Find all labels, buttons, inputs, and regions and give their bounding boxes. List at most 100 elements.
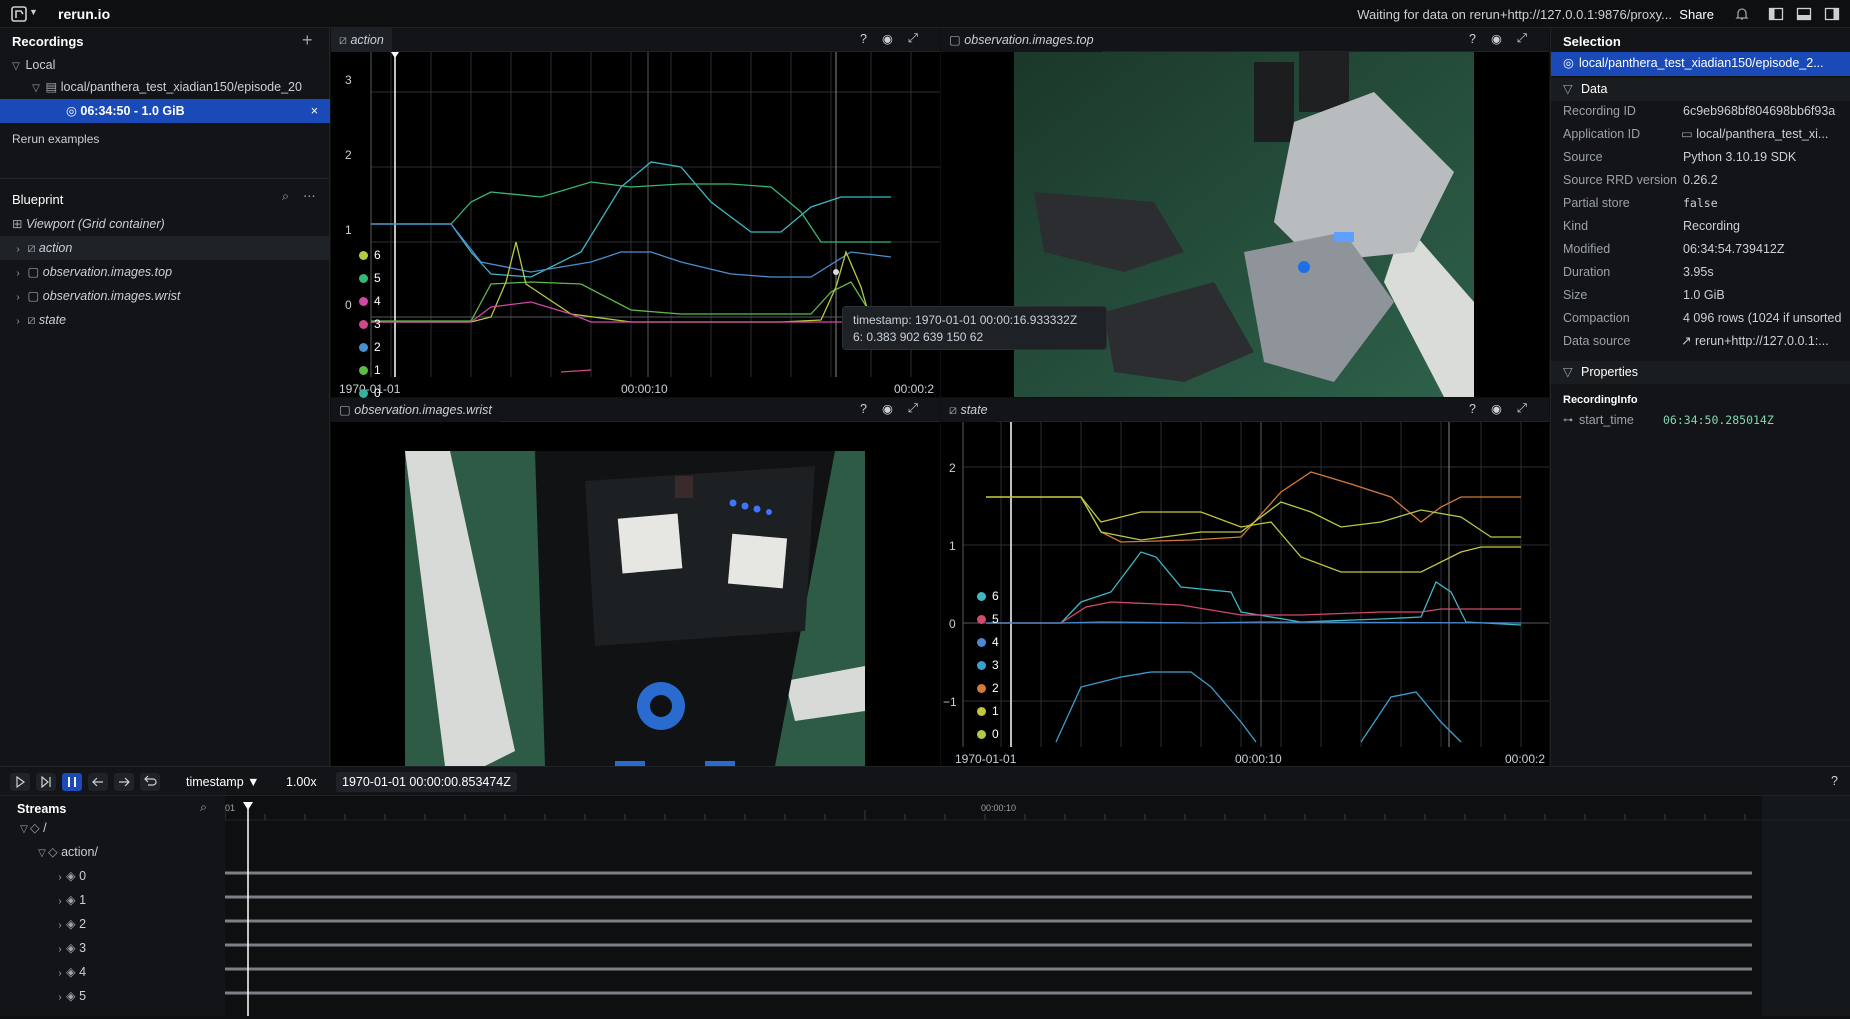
step-forward-button[interactable] bbox=[36, 773, 56, 791]
help-icon[interactable]: ? bbox=[1831, 774, 1838, 788]
timeline-panel[interactable]: 01 00:00:10 bbox=[224, 796, 1850, 1016]
component-icon: ⊶ bbox=[1563, 415, 1573, 426]
field-value[interactable]: ▭ local/panthera_test_xi... bbox=[1681, 123, 1828, 146]
legend-item[interactable]: 2 bbox=[359, 336, 381, 359]
state-view[interactable]: ⧄ state ? ◉ ⤢ 2 1 0 −1 1970-01-01 00:00:… bbox=[941, 398, 1549, 766]
maximize-icon[interactable]: ⤢ bbox=[908, 31, 918, 46]
timeline-tracks[interactable] bbox=[224, 796, 1850, 1016]
legend-item[interactable]: 5 bbox=[359, 267, 381, 290]
properties-section-header[interactable]: ▽ Properties bbox=[1551, 361, 1850, 384]
legend-label: 6 bbox=[992, 589, 999, 603]
rerun-logo-icon[interactable] bbox=[10, 5, 28, 23]
bottom-panel-toggle-icon[interactable] bbox=[1796, 6, 1812, 22]
chevron-down-icon[interactable]: ▽ bbox=[1563, 361, 1573, 384]
chevron-right-icon[interactable]: › bbox=[54, 938, 66, 962]
legend-item[interactable]: 4 bbox=[359, 290, 381, 313]
help-icon[interactable]: ? bbox=[860, 402, 867, 416]
prev-button[interactable] bbox=[88, 773, 108, 791]
chevron-right-icon[interactable]: › bbox=[54, 866, 66, 890]
stream-root[interactable]: ▽ ◇ / bbox=[0, 816, 225, 840]
search-icon[interactable]: ⌕ bbox=[282, 189, 289, 204]
tree-item-state[interactable]: › ⧄ state bbox=[0, 308, 330, 332]
legend-item[interactable]: 2 bbox=[977, 677, 999, 700]
tree-item-viewport[interactable]: ⊞ Viewport (Grid container) bbox=[0, 212, 330, 236]
pause-button[interactable] bbox=[62, 773, 82, 791]
legend-item[interactable]: 6 bbox=[359, 244, 381, 267]
legend-item[interactable]: 1 bbox=[977, 700, 999, 723]
chevron-right-icon[interactable]: › bbox=[12, 238, 24, 262]
stream-item[interactable]: › ◈ 2 bbox=[0, 912, 225, 936]
current-time-input[interactable]: 1970-01-01 00:00:00.853474Z bbox=[336, 772, 517, 792]
tree-item-local[interactable]: ▽ Local bbox=[0, 53, 330, 77]
state-plot[interactable] bbox=[941, 422, 1549, 766]
view-tab[interactable]: ▢ observation.images.wrist bbox=[331, 398, 500, 422]
more-icon[interactable]: ⋯ bbox=[303, 188, 316, 203]
legend-item[interactable]: 3 bbox=[359, 313, 381, 336]
maximize-icon[interactable]: ⤢ bbox=[1517, 31, 1527, 46]
stream-item[interactable]: › ◈ 0 bbox=[0, 864, 225, 888]
legend-dot bbox=[359, 366, 368, 375]
loop-button[interactable] bbox=[140, 773, 160, 791]
stream-item[interactable]: › ◈ 1 bbox=[0, 888, 225, 912]
chevron-right-icon[interactable]: › bbox=[54, 962, 66, 986]
data-source-link[interactable]: ↗ rerun+http://127.0.0.1:... bbox=[1681, 330, 1829, 353]
tree-item-wrist[interactable]: › ▢ observation.images.wrist bbox=[0, 284, 330, 308]
eye-icon[interactable]: ◉ bbox=[1491, 31, 1502, 46]
chevron-right-icon[interactable]: › bbox=[12, 262, 24, 286]
stream-item[interactable]: › ◈ 3 bbox=[0, 936, 225, 960]
stream-item[interactable]: › ◈ 4 bbox=[0, 960, 225, 984]
view-tab[interactable]: ⧄ action bbox=[331, 28, 392, 52]
legend-item[interactable]: 6 bbox=[977, 585, 999, 608]
legend-item[interactable]: 4 bbox=[977, 631, 999, 654]
chevron-right-icon[interactable]: › bbox=[54, 890, 66, 914]
eye-icon[interactable]: ◉ bbox=[882, 401, 893, 416]
search-icon[interactable]: ⌕ bbox=[200, 800, 207, 815]
playback-speed[interactable]: 1.00x bbox=[286, 775, 317, 789]
view-tab[interactable]: ▢ observation.images.top bbox=[941, 28, 1102, 52]
data-section-header[interactable]: ▽ Data bbox=[1551, 78, 1850, 101]
timeline-selector[interactable]: timestamp ▼ bbox=[186, 775, 260, 789]
left-panel-toggle-icon[interactable] bbox=[1768, 6, 1784, 22]
share-button[interactable]: Share bbox=[1679, 7, 1714, 22]
tree-item-top[interactable]: › ▢ observation.images.top bbox=[0, 260, 330, 284]
close-icon[interactable]: × bbox=[311, 99, 318, 123]
next-button[interactable] bbox=[114, 773, 134, 791]
legend-item[interactable]: 3 bbox=[977, 654, 999, 677]
tree-item-action[interactable]: › ⧄ action bbox=[0, 236, 330, 260]
chevron-right-icon[interactable]: › bbox=[12, 286, 24, 310]
help-icon[interactable]: ? bbox=[860, 32, 867, 46]
chevron-down-icon[interactable]: ▽ bbox=[30, 77, 42, 101]
tree-item-app[interactable]: ▽ ▤ local/panthera_test_xiadian150/episo… bbox=[0, 75, 330, 99]
legend-label: 4 bbox=[992, 635, 999, 649]
legend-item[interactable]: 5 bbox=[977, 608, 999, 631]
chevron-down-icon[interactable]: ▽ bbox=[1563, 78, 1573, 101]
help-icon[interactable]: ? bbox=[1469, 32, 1476, 46]
maximize-icon[interactable]: ⤢ bbox=[1517, 401, 1527, 416]
eye-icon[interactable]: ◉ bbox=[1491, 401, 1502, 416]
tree-item-recording[interactable]: ◎ 06:34:50 - 1.0 GiB × bbox=[0, 99, 330, 123]
selected-item[interactable]: ◎ local/panthera_test_xiadian150/episode… bbox=[1551, 52, 1850, 76]
view-controls: ? ◉ ⤢ bbox=[860, 401, 930, 418]
right-panel-toggle-icon[interactable] bbox=[1824, 6, 1840, 22]
play-button[interactable] bbox=[10, 773, 30, 791]
chevron-down-icon[interactable]: ▼ bbox=[29, 7, 38, 17]
add-icon[interactable]: + bbox=[302, 30, 313, 51]
wrist-camera-view[interactable]: ▢ observation.images.wrist ? ◉ ⤢ bbox=[331, 398, 940, 766]
legend-item[interactable]: 1 bbox=[359, 359, 381, 382]
chevron-down-icon[interactable]: ▽ bbox=[18, 818, 30, 842]
chevron-down-icon[interactable]: ▽ bbox=[36, 842, 48, 866]
external-link-icon: ↗ bbox=[1681, 334, 1695, 348]
stream-item[interactable]: › ◈ 5 bbox=[0, 984, 225, 1008]
bell-icon[interactable] bbox=[1734, 6, 1750, 22]
chevron-right-icon[interactable]: › bbox=[54, 914, 66, 938]
stream-group[interactable]: ▽ ◇ action/ bbox=[0, 840, 225, 864]
rerun-examples-link[interactable]: Rerun examples bbox=[12, 132, 99, 146]
help-icon[interactable]: ? bbox=[1469, 402, 1476, 416]
chevron-right-icon[interactable]: › bbox=[54, 986, 66, 1010]
eye-icon[interactable]: ◉ bbox=[882, 31, 893, 46]
field-row: Compaction 4 096 rows (1024 if unsorted bbox=[1551, 307, 1850, 330]
legend-item[interactable]: 0 bbox=[977, 723, 999, 746]
chevron-right-icon[interactable]: › bbox=[12, 310, 24, 334]
maximize-icon[interactable]: ⤢ bbox=[908, 401, 918, 416]
view-tab[interactable]: ⧄ state bbox=[941, 398, 996, 422]
